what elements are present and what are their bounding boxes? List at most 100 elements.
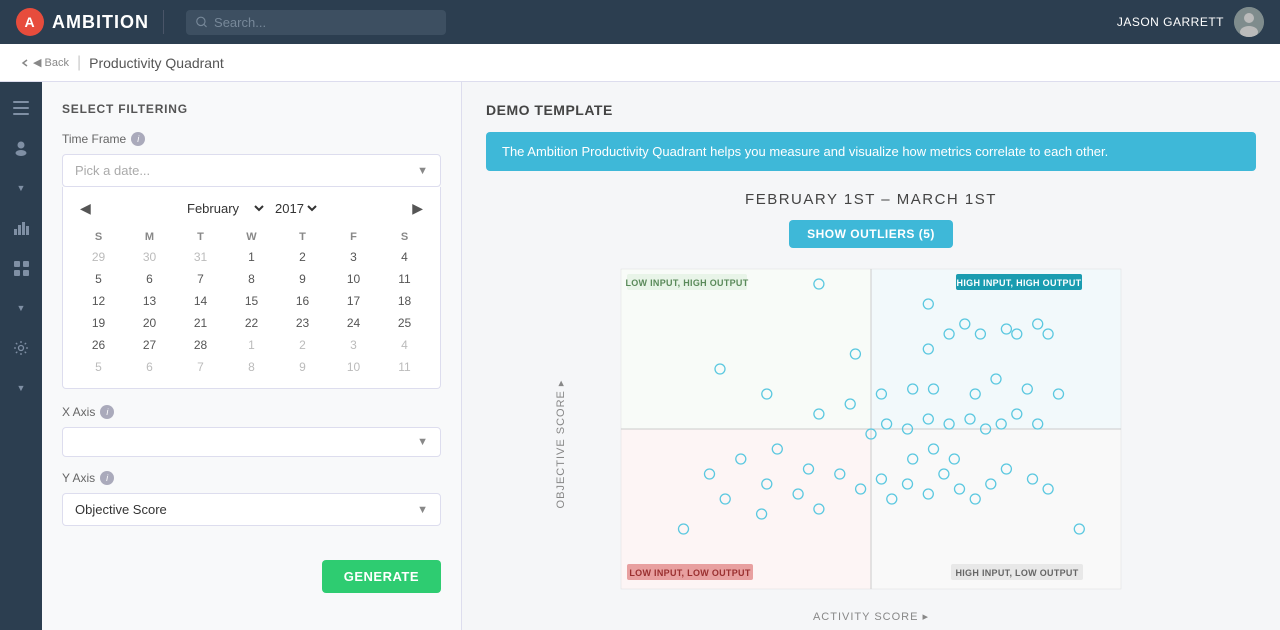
calendar-day[interactable]: 3 xyxy=(328,334,379,356)
calendar-day[interactable]: 12 xyxy=(73,290,124,312)
calendar-day[interactable]: 14 xyxy=(175,290,226,312)
year-select[interactable]: 2015 2016 2017 2018 xyxy=(271,200,320,217)
calendar-day[interactable]: 7 xyxy=(175,356,226,378)
breadcrumb-bar: ◀ Back | Productivity Quadrant xyxy=(0,44,1280,82)
sidebar-icons: ▼ ▼ ▼ xyxy=(0,82,42,630)
sidebar-icon-menu[interactable] xyxy=(3,90,39,126)
x-axis-info-icon[interactable]: i xyxy=(100,405,114,419)
info-banner: The Ambition Productivity Quadrant helps… xyxy=(486,132,1256,171)
calendar-month-year: January February March April May June Ju… xyxy=(183,200,320,217)
calendar-day[interactable]: 10 xyxy=(328,356,379,378)
time-frame-info-icon[interactable]: i xyxy=(131,132,145,146)
svg-text:LOW INPUT, LOW OUTPUT: LOW INPUT, LOW OUTPUT xyxy=(629,568,750,578)
calendar-day[interactable]: 18 xyxy=(379,290,430,312)
calendar-day[interactable]: 9 xyxy=(277,268,328,290)
calendar-day[interactable]: 2 xyxy=(277,334,328,356)
y-axis-value: Objective Score xyxy=(75,502,167,517)
calendar-day[interactable]: 23 xyxy=(277,312,328,334)
demo-template-title: Demo Template xyxy=(486,102,1256,118)
breadcrumb-title: Productivity Quadrant xyxy=(89,55,224,71)
calendar-day[interactable]: 26 xyxy=(73,334,124,356)
calendar-day[interactable]: 30 xyxy=(124,246,175,268)
search-icon xyxy=(196,16,208,29)
date-picker-dropdown[interactable]: Pick a date... ▼ xyxy=(62,154,441,187)
time-frame-label: Time Frame i xyxy=(62,132,441,146)
back-link[interactable]: ◀ Back xyxy=(20,56,69,69)
calendar-day[interactable]: 1 xyxy=(226,246,277,268)
sidebar-icon-settings[interactable] xyxy=(3,330,39,366)
calendar-day[interactable]: 2 xyxy=(277,246,328,268)
calendar-day[interactable]: 27 xyxy=(124,334,175,356)
calendar-day[interactable]: 11 xyxy=(379,356,430,378)
calendar-day[interactable]: 9 xyxy=(277,356,328,378)
calendar-day[interactable]: 21 xyxy=(175,312,226,334)
calendar-day[interactable]: 13 xyxy=(124,290,175,312)
x-axis-label: X Axis i xyxy=(62,405,441,419)
calendar-prev-btn[interactable]: ◀ xyxy=(73,197,98,220)
calendar-day[interactable]: 24 xyxy=(328,312,379,334)
logo-icon: A xyxy=(16,8,44,36)
chart-title: February 1st – March 1st xyxy=(486,191,1256,208)
svg-text:HIGH INPUT, LOW OUTPUT: HIGH INPUT, LOW OUTPUT xyxy=(955,568,1078,578)
y-axis-section: Y Axis i Objective Score ▼ xyxy=(62,471,441,526)
calendar-day[interactable]: 22 xyxy=(226,312,277,334)
nav-right: Jason Garrett xyxy=(1117,7,1264,37)
calendar-grid: S M T W T F S 29303112345678910111213141… xyxy=(73,228,430,378)
scatter-wrapper: Objective Score ▸ LOW INPUT, HIGH OUTPUT… xyxy=(486,264,1256,623)
sidebar-icon-chevron-3[interactable]: ▼ xyxy=(3,370,39,406)
top-nav: A AMBITION Jason Garrett xyxy=(0,0,1280,44)
calendar-next-btn[interactable]: ▶ xyxy=(405,197,430,220)
col-thu: T xyxy=(277,228,328,246)
calendar-day[interactable]: 5 xyxy=(73,356,124,378)
x-axis-arrow-icon: ▼ xyxy=(417,436,428,448)
col-sat: S xyxy=(379,228,430,246)
user-name: Jason Garrett xyxy=(1117,15,1224,29)
x-axis-dropdown[interactable]: ▼ xyxy=(62,427,441,457)
col-fri: F xyxy=(328,228,379,246)
calendar-day[interactable]: 3 xyxy=(328,246,379,268)
calendar-day[interactable]: 10 xyxy=(328,268,379,290)
filter-title: Select Filtering xyxy=(62,102,441,116)
app-logo: A AMBITION xyxy=(16,8,149,36)
x-axis-chart-label: Activity Score ▸ xyxy=(486,610,1256,623)
y-axis-info-icon[interactable]: i xyxy=(100,471,114,485)
calendar-day[interactable]: 25 xyxy=(379,312,430,334)
calendar-day[interactable]: 11 xyxy=(379,268,430,290)
breadcrumb-separator: | xyxy=(77,54,81,72)
calendar-day[interactable]: 19 xyxy=(73,312,124,334)
generate-button[interactable]: GENERATE xyxy=(322,560,441,593)
app-name: AMBITION xyxy=(52,12,149,33)
calendar-day[interactable]: 6 xyxy=(124,268,175,290)
svg-text:HIGH INPUT, HIGH OUTPUT: HIGH INPUT, HIGH OUTPUT xyxy=(957,278,1082,288)
sidebar-icon-chevron-1[interactable]: ▼ xyxy=(3,170,39,206)
search-input[interactable] xyxy=(214,15,436,30)
outliers-button[interactable]: Show Outliers (5) xyxy=(789,220,953,248)
calendar-day[interactable]: 5 xyxy=(73,268,124,290)
calendar-day[interactable]: 7 xyxy=(175,268,226,290)
calendar-day[interactable]: 15 xyxy=(226,290,277,312)
calendar-day[interactable]: 31 xyxy=(175,246,226,268)
search-bar[interactable] xyxy=(186,10,446,35)
sidebar-icon-user[interactable] xyxy=(3,130,39,166)
calendar-day[interactable]: 20 xyxy=(124,312,175,334)
calendar-day[interactable]: 6 xyxy=(124,356,175,378)
calendar-day[interactable]: 8 xyxy=(226,356,277,378)
month-select[interactable]: January February March April May June Ju… xyxy=(183,200,267,217)
calendar-day[interactable]: 4 xyxy=(379,334,430,356)
scatter-chart: LOW INPUT, HIGH OUTPUT HIGH INPUT, HIGH … xyxy=(591,264,1151,604)
avatar xyxy=(1234,7,1264,37)
filter-panel: Select Filtering Time Frame i Pick a dat… xyxy=(42,82,462,630)
sidebar-icon-chart[interactable] xyxy=(3,210,39,246)
calendar-day[interactable]: 1 xyxy=(226,334,277,356)
col-tue: T xyxy=(175,228,226,246)
calendar-day[interactable]: 4 xyxy=(379,246,430,268)
calendar-day[interactable]: 16 xyxy=(277,290,328,312)
calendar-day[interactable]: 29 xyxy=(73,246,124,268)
calendar-day[interactable]: 17 xyxy=(328,290,379,312)
calendar-day[interactable]: 8 xyxy=(226,268,277,290)
sidebar-icon-grid[interactable] xyxy=(3,250,39,286)
calendar-header: ◀ January February March April May June … xyxy=(73,197,430,220)
y-axis-dropdown[interactable]: Objective Score ▼ xyxy=(62,493,441,526)
sidebar-icon-chevron-2[interactable]: ▼ xyxy=(3,290,39,326)
calendar-day[interactable]: 28 xyxy=(175,334,226,356)
